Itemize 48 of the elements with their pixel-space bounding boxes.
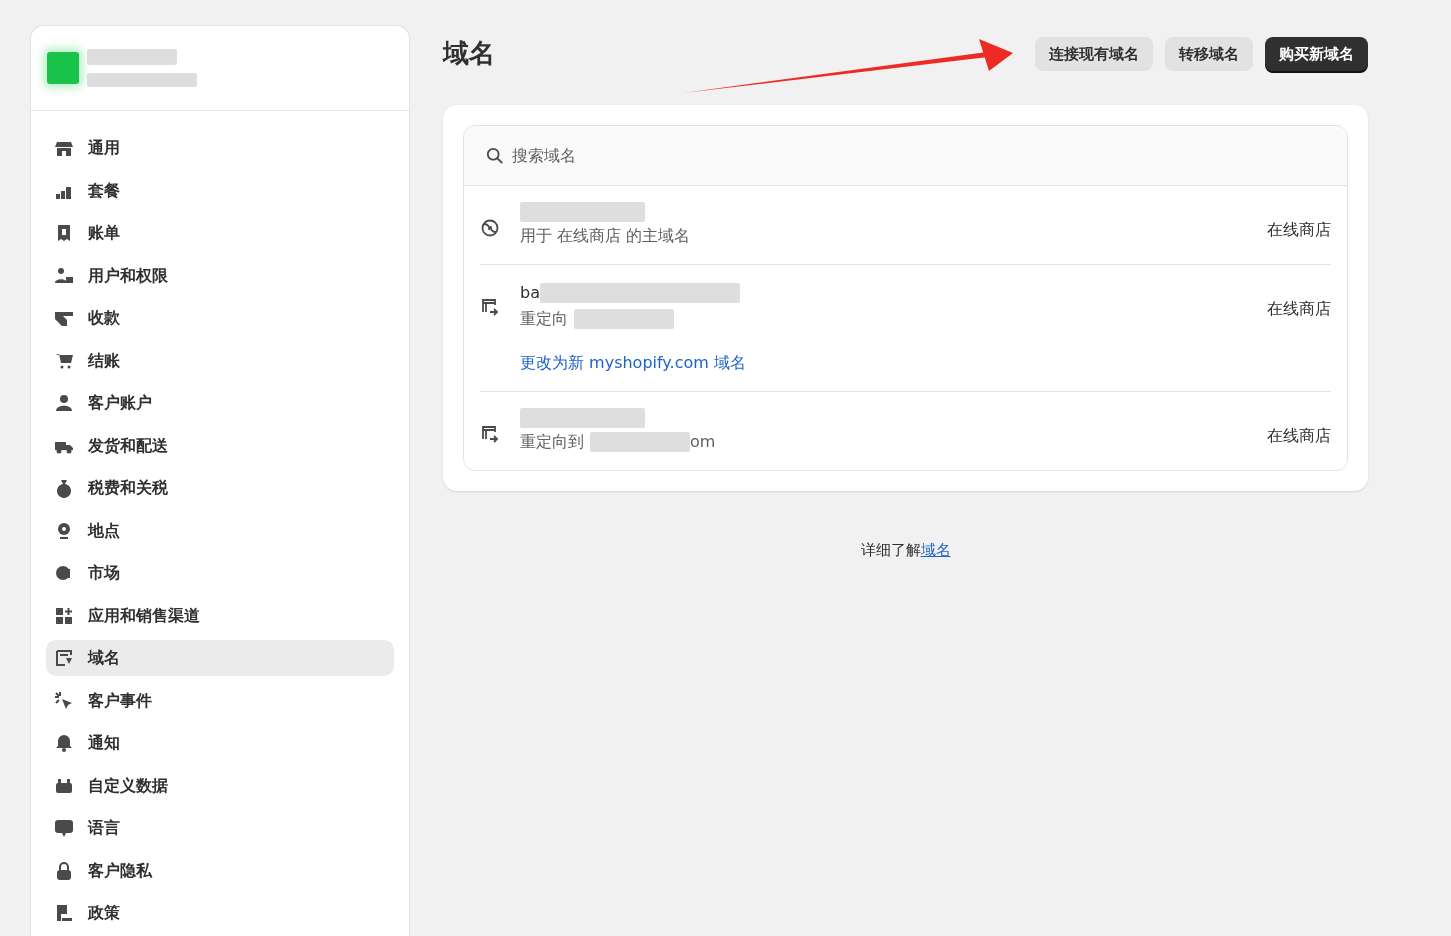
sidebar-item[interactable]: 客户账户 — [46, 385, 394, 421]
page-title: 域名 — [443, 38, 495, 70]
change-domain-link[interactable]: 更改为新 myshopify.com 域名 — [520, 351, 746, 375]
redirect-icon — [480, 424, 500, 444]
translate-icon — [54, 818, 74, 838]
domain-detail: 用于 在线商店 的主域名 — [520, 225, 691, 247]
search-field[interactable]: 搜索域名 — [464, 126, 1347, 186]
sidebar-item[interactable]: 语言 — [46, 810, 394, 846]
redirect-icon — [480, 297, 500, 317]
sidebar-item[interactable]: 通知 — [46, 725, 394, 761]
domain-detail: 重定向 — [520, 308, 568, 330]
sales-channel: 在线商店 — [1267, 298, 1331, 320]
action-button[interactable]: 转移域名 — [1165, 36, 1253, 72]
apps-icon — [54, 605, 74, 626]
person-icon — [54, 393, 74, 413]
buy-domain-button[interactable]: 购买新域名 — [1265, 36, 1368, 72]
users-icon — [54, 265, 74, 286]
domain-detail: om — [690, 431, 716, 453]
sidebar-item[interactable]: 发货和配送 — [46, 427, 394, 464]
sidebar-item[interactable]: 套餐 — [46, 172, 394, 209]
sidebar-item[interactable]: 地点 — [46, 512, 394, 549]
sidebar-item[interactable]: 客户隐私 — [46, 852, 394, 889]
domain-detail: 重定向到 — [520, 431, 584, 453]
lock-icon — [54, 860, 74, 881]
sales-channel: 在线商店 — [1267, 425, 1331, 447]
sidebar-item[interactable]: 账单 — [46, 215, 394, 251]
domains-link[interactable]: 域名 — [920, 541, 951, 559]
cursor-click-icon — [54, 690, 74, 711]
sidebar-item[interactable]: 域名 — [46, 640, 394, 676]
policy-icon — [54, 903, 74, 923]
action-button[interactable]: 连接现有域名 — [1035, 36, 1153, 72]
sidebar-item[interactable]: 用户和权限 — [46, 257, 394, 294]
sidebar-item[interactable]: 结账 — [46, 342, 394, 379]
sales-channel: 在线商店 — [1267, 219, 1331, 241]
sidebar-item[interactable]: 通用 — [46, 130, 394, 166]
learn-more-text: 详细了解 — [860, 541, 921, 559]
sidebar-item[interactable]: 收款 — [46, 300, 394, 336]
sidebar-item[interactable]: 税费和关税 — [46, 470, 394, 506]
domain-icon — [54, 648, 74, 668]
sidebar-item[interactable]: 应用和销售渠道 — [46, 597, 394, 634]
domain-name: ba — [520, 282, 540, 304]
sidebar-item[interactable]: 自定义数据 — [46, 767, 394, 804]
sidebar-item[interactable]: 市场 — [46, 555, 394, 591]
store-logo — [47, 52, 79, 84]
sidebar-item[interactable]: 客户事件 — [46, 682, 394, 719]
money-bag-icon — [54, 478, 74, 498]
bell-icon — [54, 733, 74, 753]
sidebar-item[interactable]: 政策 — [46, 895, 394, 931]
